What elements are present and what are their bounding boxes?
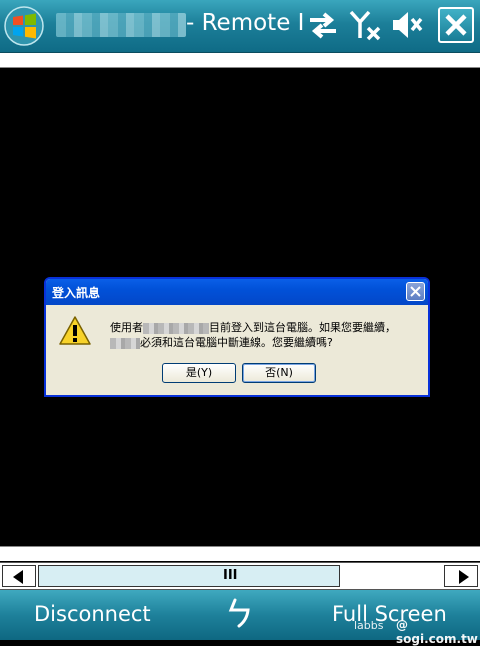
close-icon	[445, 14, 467, 36]
username-redacted	[110, 337, 140, 349]
scroll-grip: III	[223, 568, 238, 583]
softkey-bar: Disconnect Full Screen labbs @ sogi.com.…	[0, 590, 480, 646]
dialog-title-bar[interactable]: 登入訊息	[46, 279, 428, 305]
scroll-thumb[interactable]: III	[38, 565, 340, 587]
arrow-left-icon	[13, 570, 23, 584]
warning-icon	[59, 316, 91, 345]
windows-start-icon[interactable]	[4, 6, 44, 46]
disconnect-softkey[interactable]: Disconnect	[34, 602, 151, 626]
input-method-icon[interactable]	[226, 596, 256, 630]
scroll-right-button[interactable]	[444, 565, 478, 587]
login-message-dialog: 登入訊息 使用者 目前登入到這台電腦。如果您要繼續， 必須和這台電腦中斷連線。您要…	[44, 277, 430, 397]
dialog-message-line2: 必須和這台電腦中斷連線。您要繼續嗎?	[110, 334, 333, 350]
dialog-title: 登入訊息	[52, 286, 101, 300]
dialog-message-line1: 使用者 目前登入到這台電腦。如果您要繼續，	[110, 321, 396, 334]
title-redacted	[56, 13, 186, 37]
remote-top-strip	[0, 53, 480, 68]
connectivity-icon[interactable]	[306, 8, 340, 42]
horizontal-scrollbar[interactable]: III	[0, 562, 480, 590]
watermark-labbs: labbs	[354, 619, 384, 632]
dialog-close-button[interactable]	[406, 282, 425, 301]
scroll-left-button[interactable]	[2, 565, 36, 587]
signal-off-icon[interactable]	[348, 8, 382, 42]
close-icon	[410, 286, 421, 297]
yes-button[interactable]: 是(Y)	[162, 363, 236, 383]
arrow-right-icon	[459, 570, 469, 584]
watermark-sogi: @ sogi.com.tw	[396, 618, 478, 646]
volume-mute-icon[interactable]	[390, 8, 424, 42]
close-button[interactable]	[438, 7, 474, 43]
title-bar: - Remote I	[0, 0, 480, 53]
window-title: - Remote I	[186, 10, 305, 36]
no-button[interactable]: 否(N)	[242, 363, 316, 383]
username-redacted	[143, 322, 209, 334]
remote-bottom-strip	[0, 546, 480, 561]
